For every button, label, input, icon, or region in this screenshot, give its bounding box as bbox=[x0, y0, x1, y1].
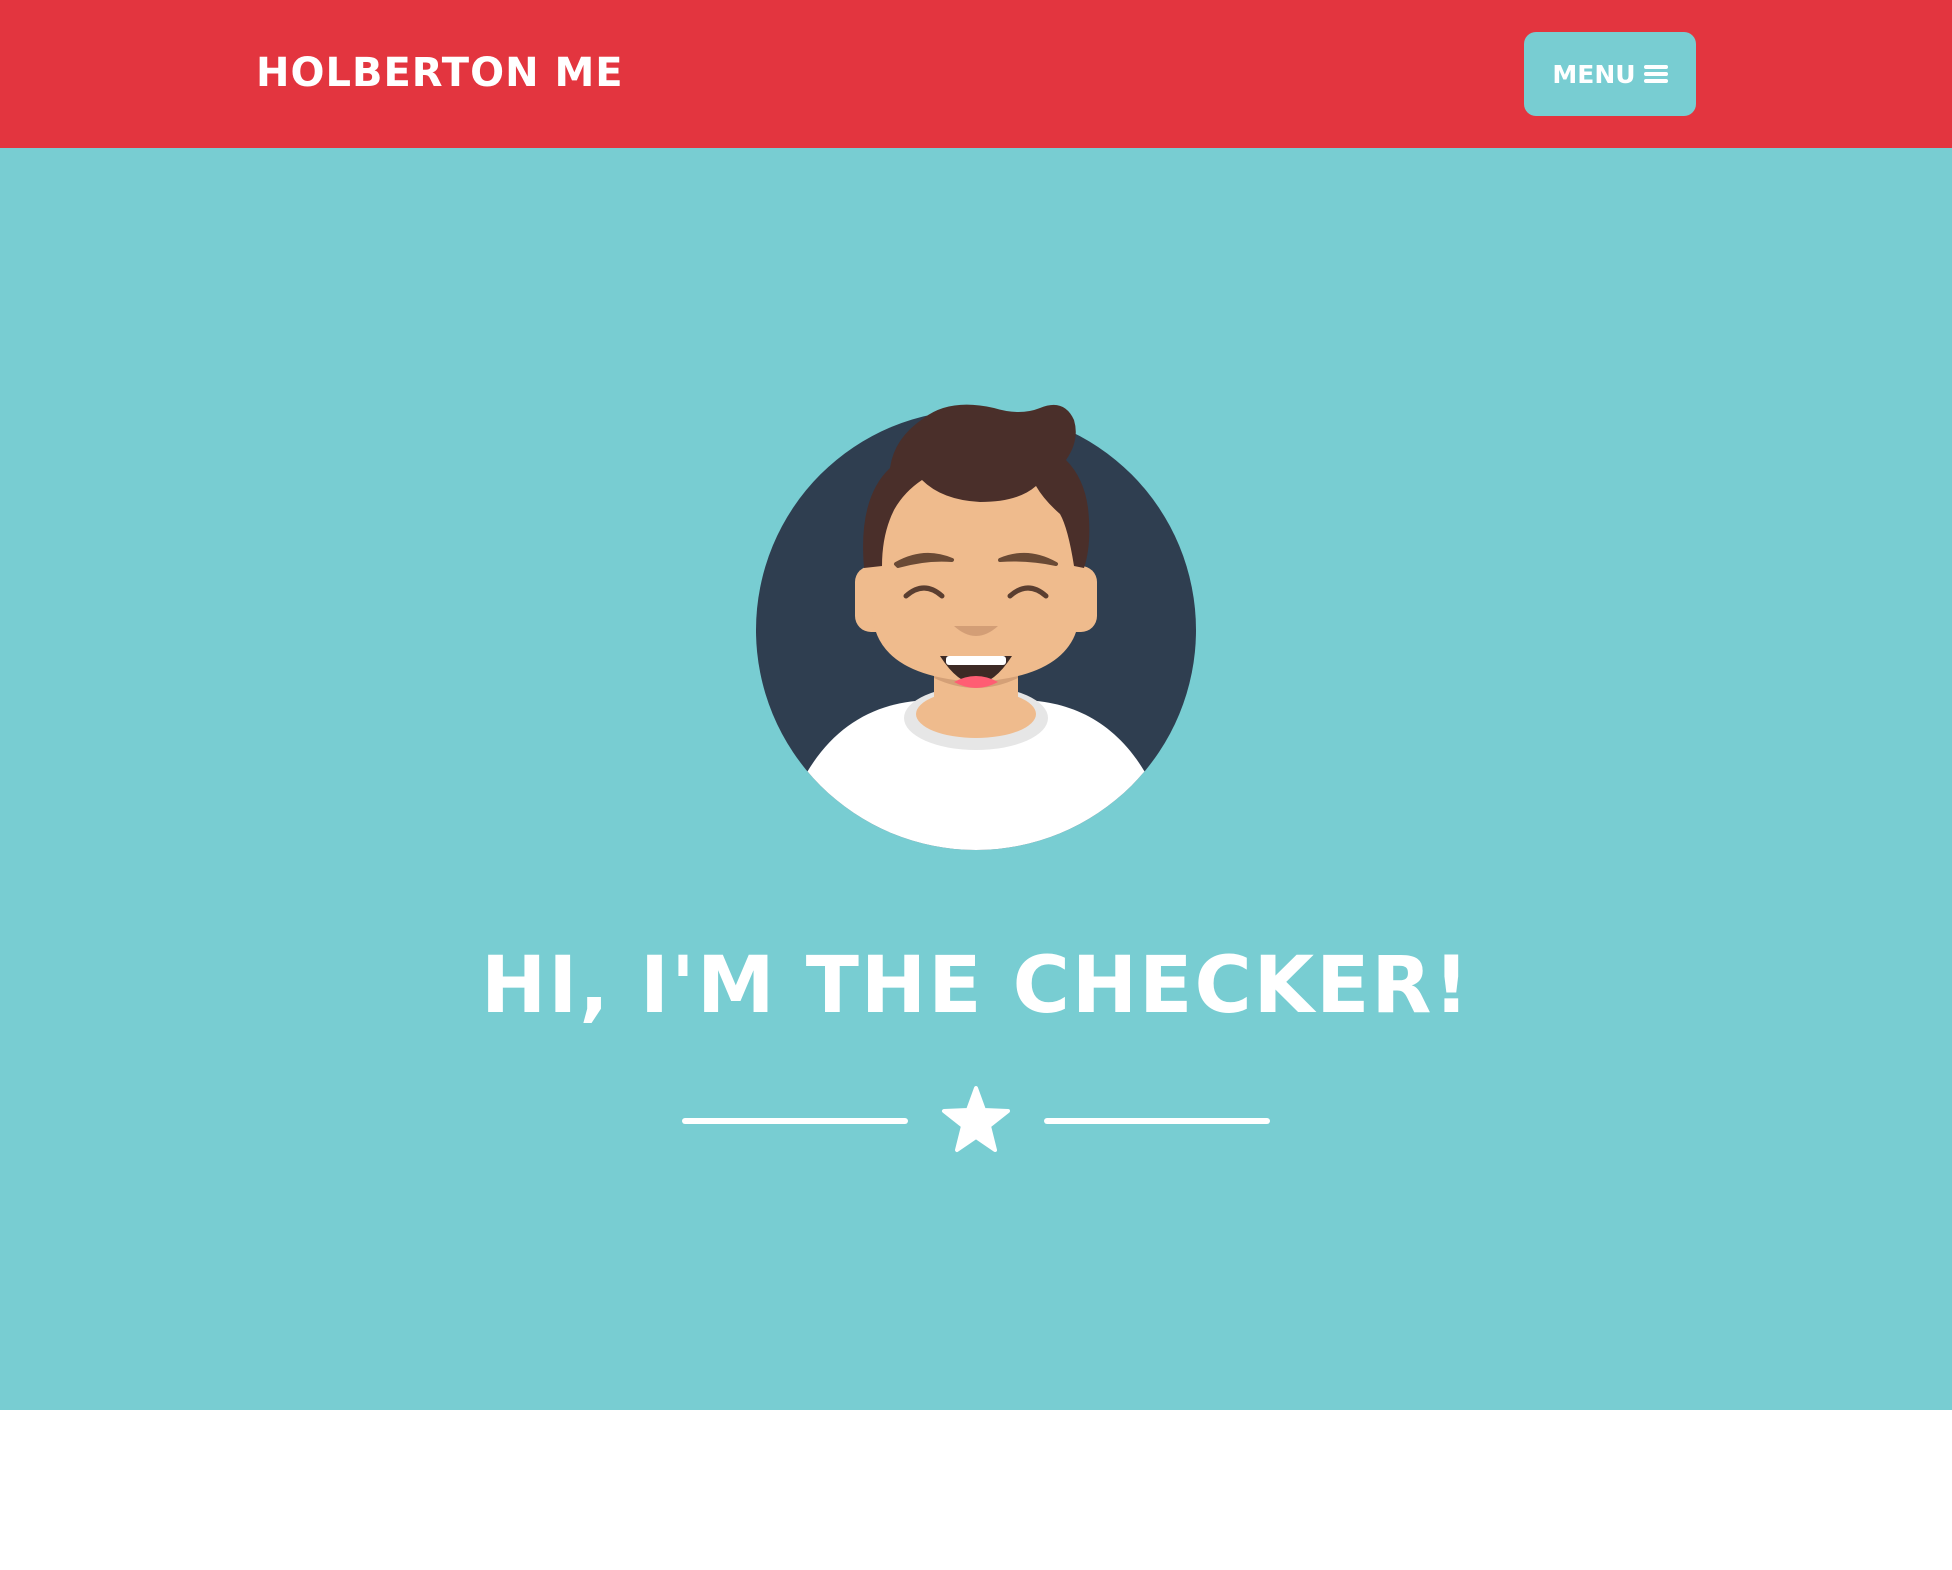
brand-logo-link[interactable]: HOLBERTON ME bbox=[256, 46, 624, 100]
hero-headline: HI, I'M THE CHECKER! bbox=[480, 941, 1472, 1031]
navbar: HOLBERTON ME MENU bbox=[0, 0, 1952, 148]
star-icon bbox=[942, 1086, 1010, 1152]
hero-section: HI, I'M THE CHECKER! bbox=[0, 148, 1952, 1410]
star-divider bbox=[680, 1084, 1272, 1156]
hamburger-icon bbox=[1643, 65, 1668, 83]
menu-button[interactable]: MENU bbox=[1524, 32, 1696, 116]
avatar-illustration bbox=[756, 404, 1196, 850]
menu-button-label: MENU bbox=[1552, 59, 1636, 89]
divider-line-left bbox=[682, 1118, 908, 1124]
divider-line-right bbox=[1044, 1118, 1270, 1124]
